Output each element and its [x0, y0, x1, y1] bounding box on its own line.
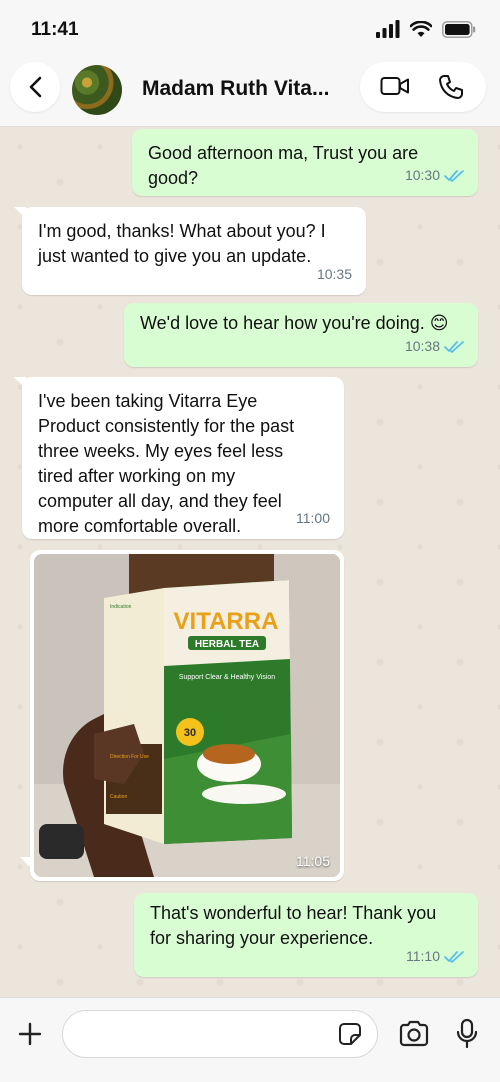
- product-side-heading-3: Caution: [110, 794, 127, 800]
- message-time: 11:10: [406, 948, 440, 964]
- chevron-left-icon: [29, 76, 42, 98]
- message-time: 10:35: [316, 266, 352, 282]
- cellular-signal-icon: [376, 20, 400, 38]
- message-text: I'm good, thanks! What about you? I just…: [38, 221, 326, 266]
- message-outgoing[interactable]: That's wonderful to hear! Thank you for …: [134, 893, 478, 977]
- bubble-tail: [20, 857, 32, 869]
- product-tagline: Support Clear & Healthy Vision: [179, 674, 275, 681]
- message-text: We'd love to hear how you're doing. 😊: [140, 313, 449, 333]
- status-time: 11:41: [31, 19, 79, 40]
- sticker-icon[interactable]: [338, 1022, 362, 1046]
- message-outgoing[interactable]: Good afternoon ma, Trust you are good? 1…: [132, 129, 478, 196]
- contact-name[interactable]: Madam Ruth Vita...: [142, 77, 329, 101]
- status-bar: 11:41: [0, 0, 500, 60]
- microphone-icon[interactable]: [456, 1018, 478, 1050]
- message-image[interactable]: VITARRA HERBAL TEA Support Clear & Healt…: [30, 550, 344, 881]
- message-incoming[interactable]: I'm good, thanks! What about you? I just…: [22, 207, 366, 295]
- product-side-heading-2: Direction For Use: [110, 754, 149, 760]
- read-receipt-icon: [444, 340, 464, 353]
- call-actions: [360, 62, 486, 112]
- back-button[interactable]: [10, 62, 60, 112]
- message-input[interactable]: [62, 1010, 378, 1058]
- message-time: 11:05: [296, 853, 330, 869]
- attach-plus-icon[interactable]: [16, 1020, 44, 1048]
- message-time: 10:38: [404, 338, 440, 354]
- message-outgoing[interactable]: We'd love to hear how you're doing. 😊 10…: [124, 303, 478, 367]
- video-call-icon[interactable]: [380, 74, 410, 98]
- voice-call-icon[interactable]: [438, 74, 464, 100]
- message-incoming[interactable]: I've been taking Vitarra Eye Product con…: [22, 377, 344, 539]
- message-composer: [0, 997, 500, 1082]
- avatar[interactable]: [72, 65, 122, 115]
- message-text: Good afternoon ma, Trust you are good?: [148, 143, 419, 188]
- read-receipt-icon: [444, 169, 464, 182]
- read-receipt-icon: [444, 950, 464, 963]
- product-brand: VITARRA: [174, 608, 279, 635]
- product-count: 30: [184, 727, 196, 739]
- message-text: I've been taking Vitarra Eye Product con…: [38, 391, 295, 536]
- battery-icon: [442, 20, 476, 38]
- product-subtitle: HERBAL TEA: [195, 639, 259, 650]
- product-photo[interactable]: VITARRA HERBAL TEA Support Clear & Healt…: [34, 554, 340, 877]
- product-side-heading: Indication: [110, 604, 132, 610]
- wifi-icon: [410, 20, 432, 37]
- message-time: 11:00: [296, 510, 330, 526]
- chat-header: Madam Ruth Vita...: [0, 60, 500, 127]
- product-image: VITARRA HERBAL TEA Support Clear & Healt…: [34, 554, 340, 877]
- chat-area[interactable]: Good afternoon ma, Trust you are good? 1…: [0, 127, 500, 997]
- camera-icon[interactable]: [398, 1020, 430, 1048]
- message-time: 10:30: [404, 167, 440, 183]
